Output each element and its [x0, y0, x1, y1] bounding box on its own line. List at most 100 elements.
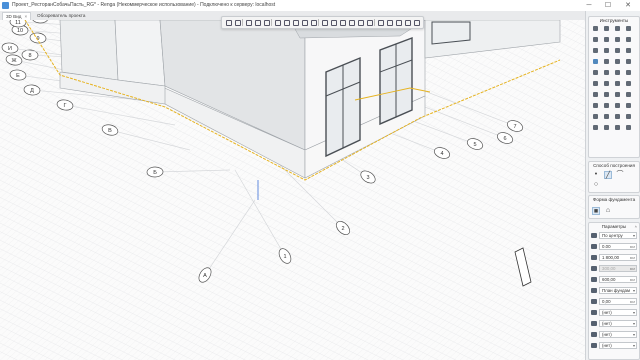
text-tool-icon[interactable] — [625, 80, 632, 87]
param-row: 300,00 мм — [591, 265, 637, 272]
param-field[interactable]: 0,00 мм — [599, 298, 637, 305]
param-field[interactable]: (нет) ▾ — [599, 342, 637, 349]
duct-tool-icon[interactable] — [614, 91, 621, 98]
terrain-tool-icon[interactable] — [592, 124, 599, 131]
level-icon[interactable] — [263, 19, 270, 26]
camera-icon[interactable] — [386, 19, 393, 26]
param-field[interactable]: 0.00 мм — [599, 243, 637, 250]
param-row: (нет) ▾ — [591, 331, 637, 338]
param-field[interactable]: (нет) ▾ — [599, 320, 637, 327]
element-tool-icon[interactable] — [592, 113, 599, 120]
settings-icon[interactable] — [395, 19, 402, 26]
view-icon[interactable] — [254, 19, 261, 26]
light-tool-icon[interactable] — [625, 113, 632, 120]
undo-icon[interactable] — [225, 19, 232, 26]
rotate-icon[interactable] — [357, 19, 364, 26]
close-window-button[interactable]: ✕ — [619, 0, 637, 11]
maximize-button[interactable]: ☐ — [599, 0, 617, 11]
beam-tool-icon[interactable] — [625, 25, 632, 32]
redo-icon[interactable] — [234, 19, 241, 26]
grid-axis-label: 7 — [513, 124, 516, 130]
select-tool-icon[interactable] — [592, 25, 599, 32]
opening-tool-icon[interactable] — [603, 36, 610, 43]
collapse-icon[interactable]: ˄ — [635, 224, 637, 229]
tools-panel: Инструменты Способ построения • ╱ ⌒ ○ Форма… — [585, 11, 640, 360]
rect-foundation-icon[interactable]: ■ — [592, 207, 600, 215]
param-field[interactable]: (нет) ▾ — [599, 309, 637, 316]
param-field[interactable]: 1 800,00 мм — [599, 254, 637, 261]
footing-tool-icon[interactable] — [603, 58, 610, 65]
route-tool-icon[interactable] — [603, 113, 610, 120]
param-field[interactable]: 600,00 мм — [599, 276, 637, 283]
copy-icon[interactable] — [330, 19, 337, 26]
hide-icon[interactable] — [292, 19, 299, 26]
dimension-tool-icon[interactable] — [592, 80, 599, 87]
assembly-tool-icon[interactable] — [625, 58, 632, 65]
minimize-button[interactable]: ─ — [580, 0, 598, 11]
dropdown-arrow-icon: ▾ — [632, 343, 635, 348]
cut-icon[interactable] — [321, 19, 328, 26]
system-tool-icon[interactable] — [592, 102, 599, 109]
move-icon[interactable] — [348, 19, 355, 26]
mirror-icon[interactable] — [366, 19, 373, 26]
column-tool-icon[interactable] — [614, 25, 621, 32]
method-title: Способ построения — [593, 163, 635, 168]
point-mode-icon[interactable]: • — [592, 171, 600, 179]
line-mode-icon[interactable]: ╱ — [604, 171, 612, 179]
window-tool-icon[interactable] — [614, 47, 621, 54]
3d-scene[interactable]: 123456789101112АБВГДЕЖИ — [0, 20, 586, 360]
select-icon[interactable] — [245, 19, 252, 26]
param-value: 600,00 — [602, 277, 616, 282]
slab-tool-icon[interactable] — [592, 36, 599, 43]
paste-icon[interactable] — [339, 19, 346, 26]
param-field[interactable]: План фундам ▾ — [599, 287, 637, 294]
close-tab-icon[interactable]: × — [24, 14, 27, 19]
param-unit: мм — [629, 278, 635, 282]
equipment-tool-icon[interactable] — [592, 91, 599, 98]
ramp-tool-icon[interactable] — [592, 47, 599, 54]
level-tool-icon[interactable] — [614, 80, 621, 87]
hatch-tool-icon[interactable] — [614, 113, 621, 120]
show-all-icon[interactable] — [310, 19, 317, 26]
grid-axis-label: Б — [153, 170, 157, 176]
param-value: (нет) — [602, 343, 612, 348]
axis-tool-icon[interactable] — [603, 80, 610, 87]
section-icon[interactable] — [283, 19, 290, 26]
pipe-tool-icon[interactable] — [603, 91, 610, 98]
door-tool-icon[interactable] — [625, 47, 632, 54]
cable-tool-icon[interactable] — [625, 91, 632, 98]
circle-mode-icon[interactable]: ○ — [592, 181, 600, 189]
grid-axis-bubble[interactable]: Б — [146, 166, 164, 178]
grid-axis-label: Д — [30, 88, 34, 94]
isolation-tool-icon[interactable] — [614, 102, 621, 109]
help-icon[interactable] — [413, 19, 420, 26]
area-tool-icon[interactable] — [603, 69, 610, 76]
round-foundation-icon[interactable]: ⌂ — [604, 207, 612, 215]
wall-tool-icon[interactable] — [603, 25, 610, 32]
room-tool-icon[interactable] — [614, 69, 621, 76]
isolate-icon[interactable] — [301, 19, 308, 26]
camera-tool-icon[interactable] — [614, 124, 621, 131]
line-tool-icon[interactable] — [592, 69, 599, 76]
label-tool-icon[interactable] — [625, 124, 632, 131]
railing-tool-icon[interactable] — [603, 47, 610, 54]
arc-mode-icon[interactable]: ⌒ — [616, 171, 624, 179]
3d-viewport[interactable]: 123456789101112АБВГДЕЖИ — [0, 20, 586, 360]
param-field[interactable]: По центру ▾ — [599, 232, 637, 239]
section-tool-icon[interactable] — [603, 124, 610, 131]
mark-tool-icon[interactable] — [603, 102, 610, 109]
plate-tool-icon[interactable] — [625, 102, 632, 109]
construction-method-section: Способ построения • ╱ ⌒ ○ — [588, 161, 640, 193]
tab-project-explorer[interactable]: Обозреватель проекта — [34, 12, 88, 20]
width-icon — [591, 255, 597, 260]
visual-style-icon[interactable] — [377, 19, 384, 26]
param-field[interactable]: (нет) ▾ — [599, 331, 637, 338]
roof-tool-icon[interactable] — [614, 36, 621, 43]
stair-tool-icon[interactable] — [625, 36, 632, 43]
box-icon[interactable] — [274, 19, 281, 26]
rebar-tool-icon[interactable] — [614, 58, 621, 65]
measure-icon[interactable] — [404, 19, 411, 26]
foundation-tool-icon[interactable] — [592, 58, 599, 65]
elevation-tool-icon[interactable] — [625, 69, 632, 76]
toolbar-separator — [242, 19, 243, 26]
